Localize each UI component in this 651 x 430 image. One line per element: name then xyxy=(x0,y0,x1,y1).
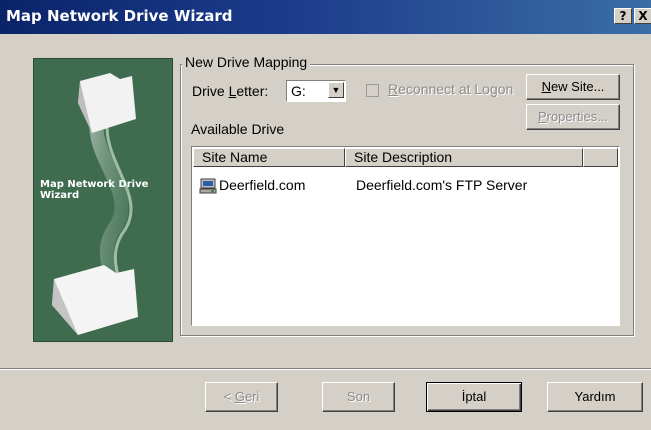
properties-button[interactable]: Properties... xyxy=(526,104,620,130)
list-item[interactable]: Deerfield.com Deerfield.com's FTP Server xyxy=(195,175,615,197)
dropdown-arrow-icon[interactable]: ▼ xyxy=(328,82,344,98)
reconnect-label: Reconnect at Logon xyxy=(388,81,514,97)
footer-divider xyxy=(0,368,651,370)
list-header: Site Name Site Description xyxy=(193,148,618,168)
site-description-cell: Deerfield.com's FTP Server xyxy=(356,177,528,193)
reconnect-checkbox[interactable] xyxy=(366,84,379,97)
column-header-empty xyxy=(583,148,618,167)
folder-icon-top xyxy=(78,73,136,133)
column-header-site-name[interactable]: Site Name xyxy=(193,148,345,167)
column-header-site-description[interactable]: Site Description xyxy=(345,148,583,167)
group-title: New Drive Mapping xyxy=(182,54,311,70)
network-drive-icon xyxy=(199,178,217,197)
back-button[interactable]: < Geri xyxy=(205,382,278,412)
folder-icon-bottom xyxy=(52,265,138,335)
available-drive-label: Available Drive xyxy=(191,121,285,137)
side-panel-label: Map Network Drive Wizard xyxy=(40,179,149,201)
finish-button[interactable]: Son xyxy=(322,382,395,412)
cancel-button[interactable]: İptal xyxy=(426,382,522,412)
drive-letter-select[interactable]: G: ▼ xyxy=(286,80,346,102)
site-name-cell: Deerfield.com xyxy=(219,177,306,193)
site-list[interactable]: Site Name Site Description Deerfield.com… xyxy=(191,146,620,326)
help-button[interactable]: ? xyxy=(614,8,632,24)
drive-letter-label: Drive Letter: xyxy=(192,83,269,99)
drive-letter-value: G: xyxy=(291,83,306,99)
help-footer-button[interactable]: Yardım xyxy=(547,382,643,412)
wizard-side-image: Map Network Drive Wizard xyxy=(33,58,173,342)
window-title: Map Network Drive Wizard xyxy=(6,7,233,25)
title-bar[interactable]: Map Network Drive Wizard ? X xyxy=(0,0,651,34)
close-button[interactable]: X xyxy=(634,8,651,24)
new-site-button[interactable]: New Site... xyxy=(526,74,620,100)
